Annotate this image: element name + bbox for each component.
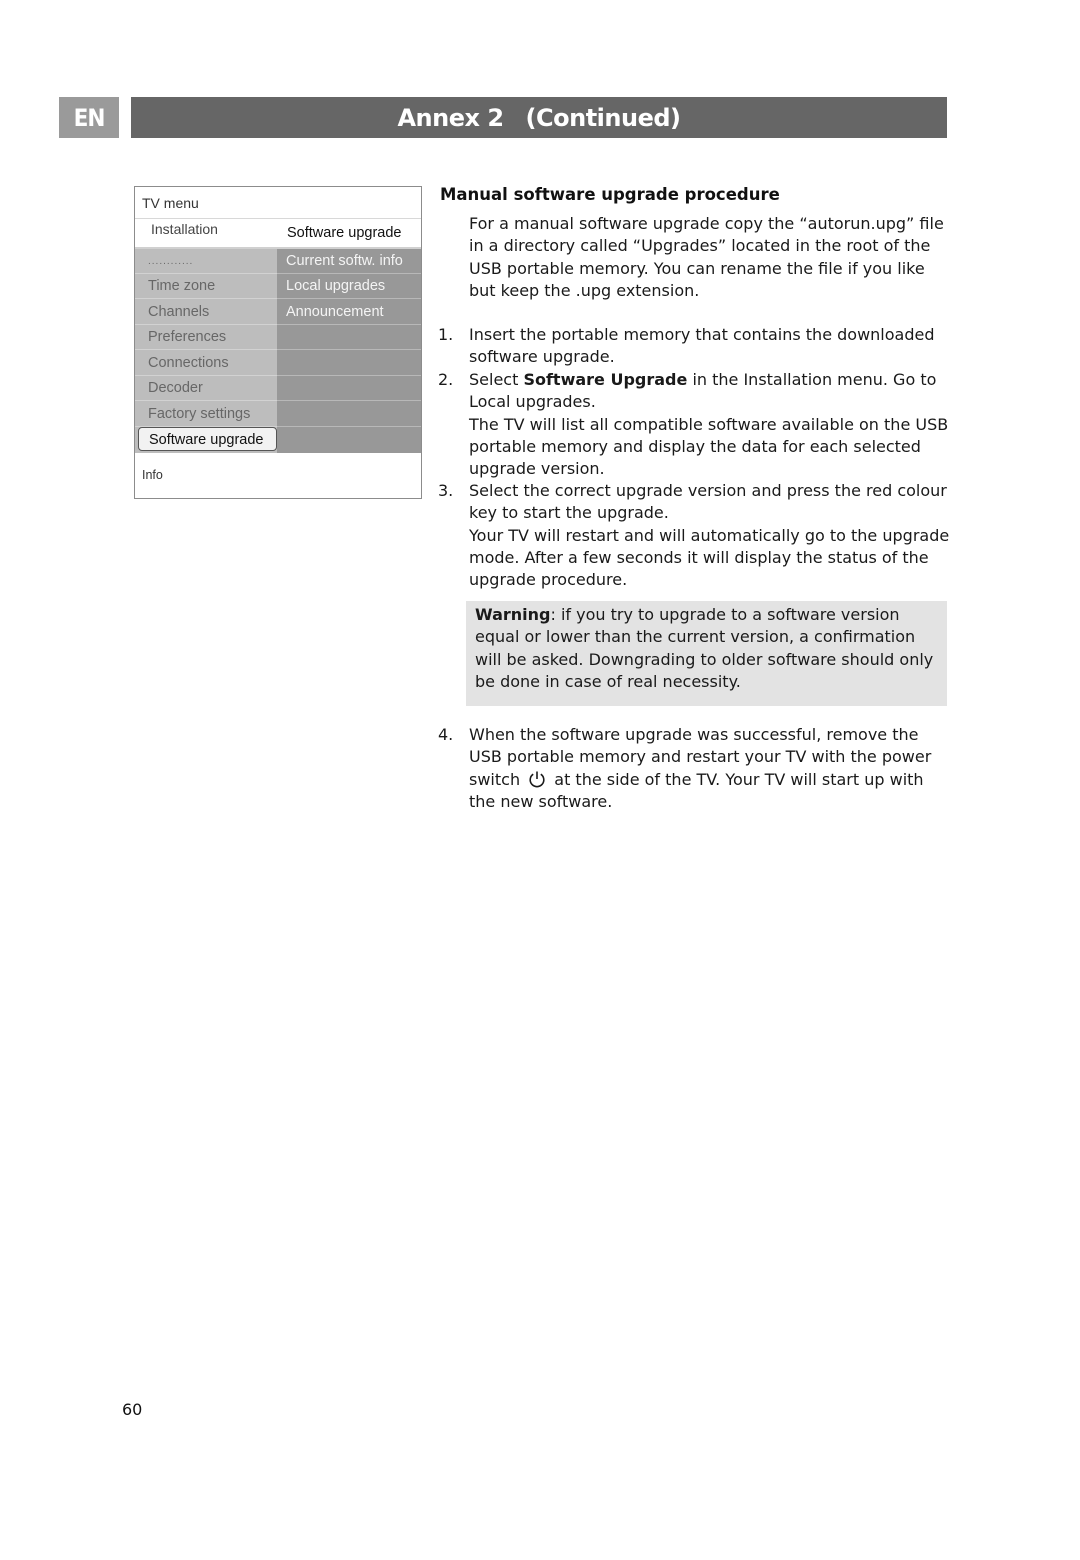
- page-number: 60: [122, 1400, 143, 1419]
- warning-label: Warning: [475, 605, 551, 624]
- step-text-prefix: Select: [469, 370, 524, 389]
- menu-item-software-upgrade-selected: Software upgrade: [138, 427, 277, 451]
- step-number: 1.: [438, 325, 454, 344]
- language-tab: EN: [59, 97, 119, 138]
- divider: [135, 218, 421, 219]
- submenu-item-local-upgrades: Local upgrades: [277, 274, 421, 299]
- submenu-empty-row: [277, 351, 421, 376]
- menu-item-time-zone: Time zone: [135, 274, 277, 299]
- intro-paragraph: For a manual software upgrade copy the “…: [469, 214, 944, 300]
- step-number: 2.: [438, 370, 454, 389]
- menu-left-column: ............ Time zone Channels Preferen…: [135, 249, 277, 453]
- language-label: EN: [73, 103, 106, 132]
- power-icon: [528, 770, 546, 788]
- tv-menu-illustration: TV menu Installation Software upgrade ..…: [134, 186, 422, 499]
- section-title-suffix: (Continued): [525, 103, 681, 132]
- submenu-item-current-software-info: Current softw. info: [277, 249, 421, 274]
- procedure-heading: Manual software upgrade procedure: [440, 185, 780, 204]
- menu-item-channels: Channels: [135, 300, 277, 325]
- step-number: 3.: [438, 481, 454, 500]
- step-3: 3. Select the correct upgrade version an…: [438, 480, 950, 591]
- menu-item-ellipsis: ............: [135, 249, 277, 274]
- menu-item-preferences: Preferences: [135, 325, 277, 350]
- menu-info-label: Info: [142, 468, 163, 482]
- submenu-empty-row: [277, 376, 421, 401]
- tv-menu-title: TV menu: [142, 195, 199, 211]
- menu-breadcrumb-software-upgrade: Software upgrade: [287, 225, 402, 241]
- menu-right-column: Current softw. info Local upgrades Annou…: [277, 249, 421, 453]
- submenu-item-announcement: Announcement: [277, 300, 421, 325]
- warning-box: Warning: if you try to upgrade to a soft…: [466, 601, 947, 706]
- step-1: 1. Insert the portable memory that conta…: [438, 324, 950, 369]
- step-4: 4. When the software upgrade was success…: [438, 724, 950, 813]
- section-title-bar: Annex 2 (Continued): [131, 97, 947, 138]
- step-number: 4.: [438, 725, 454, 744]
- step-emphasis: Software Upgrade: [523, 370, 688, 389]
- submenu-empty-row: [277, 325, 421, 350]
- step-note: The TV will list all compatible software…: [469, 414, 949, 479]
- menu-breadcrumb-installation: Installation: [151, 221, 218, 237]
- menu-item-factory-settings: Factory settings: [135, 402, 277, 427]
- step-text: Select the correct upgrade version and p…: [469, 481, 947, 523]
- step-2: 2. Select Software Upgrade in the Instal…: [438, 369, 950, 480]
- step-text: Insert the portable memory that contains…: [469, 325, 935, 367]
- submenu-empty-row: [277, 402, 421, 427]
- menu-item-connections: Connections: [135, 351, 277, 376]
- section-title: Annex 2: [397, 103, 504, 132]
- step-note: Your TV will restart and will automatica…: [469, 525, 950, 590]
- menu-item-decoder: Decoder: [135, 376, 277, 401]
